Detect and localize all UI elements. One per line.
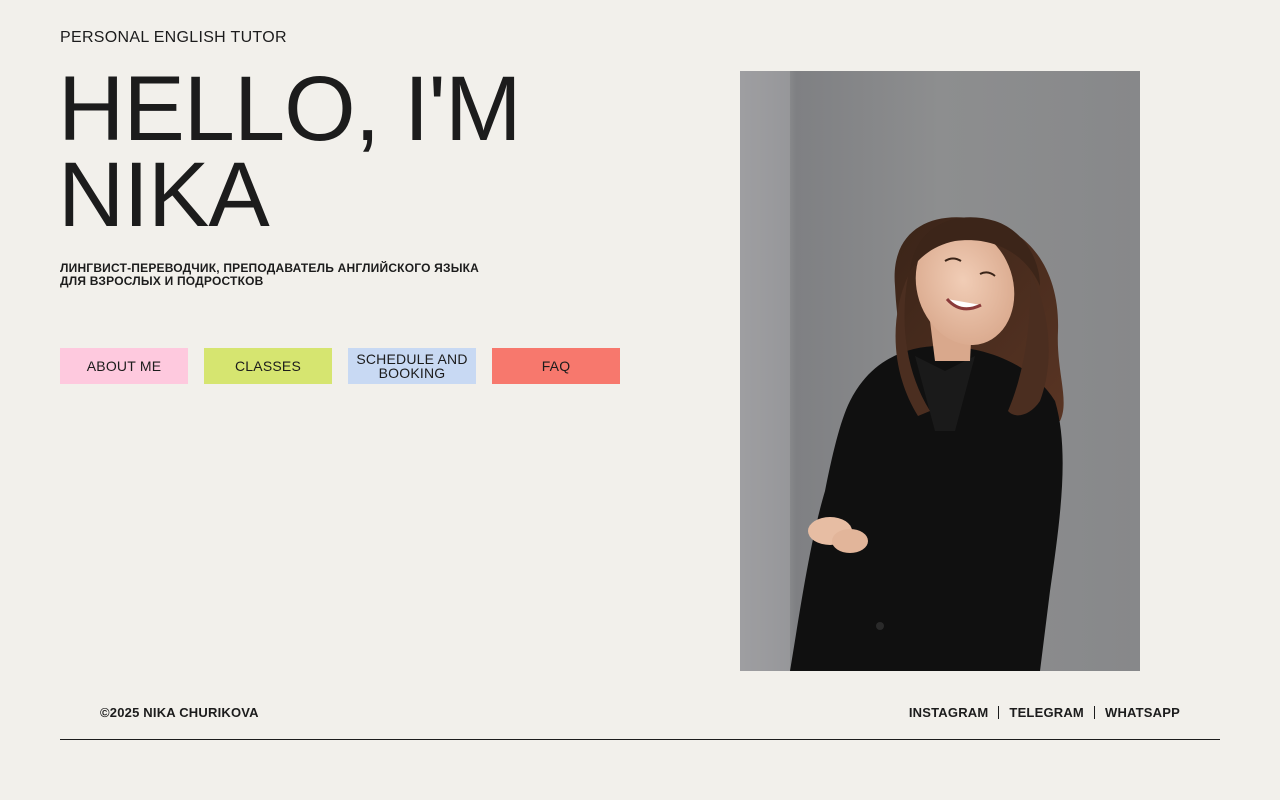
hero-title-line-2: NIKA xyxy=(58,144,270,246)
main-nav: ABOUT ME CLASSES SCHEDULE AND BOOKING FA… xyxy=(60,348,620,384)
separator xyxy=(1093,706,1095,719)
social-links: INSTAGRAM TELEGRAM WHATSAPP xyxy=(909,705,1180,720)
faq-button[interactable]: FAQ xyxy=(492,348,620,384)
footer-copyright: ©2025 NIKA CHURIKOVA xyxy=(100,705,259,720)
page: PERSONAL ENGLISH TUTOR HELLO, I'M NIKA Л… xyxy=(0,0,1280,800)
hero-title: HELLO, I'M NIKA xyxy=(58,58,658,246)
hero-title-line-1: HELLO, I'M xyxy=(58,58,522,160)
about-me-button[interactable]: ABOUT ME xyxy=(60,348,188,384)
instagram-link[interactable]: INSTAGRAM xyxy=(909,705,989,720)
hero-subtitle-line-2: ДЛЯ ВЗРОСЛЫХ И ПОДРОСТКОВ xyxy=(60,274,264,288)
whatsapp-link[interactable]: WHATSAPP xyxy=(1105,705,1180,720)
hero-subtitle: ЛИНГВИСТ-ПЕРЕВОДЧИК, ПРЕПОДАВАТЕЛЬ АНГЛИ… xyxy=(60,262,540,288)
telegram-link[interactable]: TELEGRAM xyxy=(1009,705,1084,720)
footer-divider xyxy=(60,739,1220,740)
portrait-photo xyxy=(740,71,1140,671)
site-brand: PERSONAL ENGLISH TUTOR xyxy=(60,29,287,46)
classes-button[interactable]: CLASSES xyxy=(204,348,332,384)
schedule-and-booking-button[interactable]: SCHEDULE AND BOOKING xyxy=(348,348,476,384)
separator xyxy=(998,706,1000,719)
